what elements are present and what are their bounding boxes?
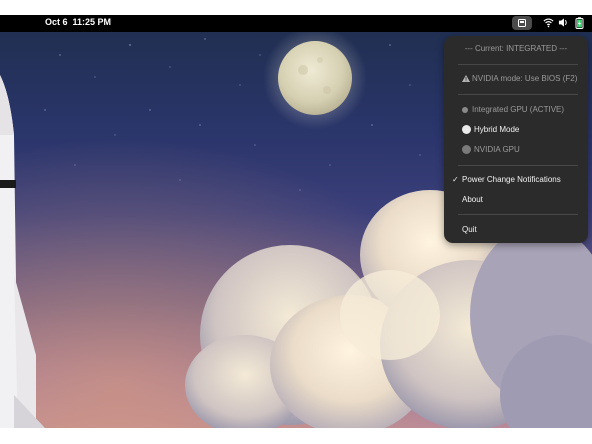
nvidia-bios-warning: NVIDIA mode: Use BIOS (F2) xyxy=(444,69,588,89)
wifi-icon[interactable] xyxy=(543,17,554,28)
clock[interactable]: Oct 6 11:25 PM xyxy=(45,17,111,27)
about-item[interactable]: About xyxy=(444,190,588,210)
mode-integrated-gpu: Integrated GPU (ACTIVE) xyxy=(444,100,588,120)
gpu-tray-menu: --- Current: INTEGRATED --- NVIDIA mode:… xyxy=(444,36,588,243)
menu-separator xyxy=(458,165,578,166)
menu-separator xyxy=(458,214,578,215)
mode-nvidia-gpu: NVIDIA GPU xyxy=(444,140,588,160)
gpu-indicator-button[interactable] xyxy=(512,16,532,30)
menu-separator xyxy=(458,94,578,95)
power-change-notifications-toggle[interactable]: ✓ Power Change Notifications xyxy=(444,170,588,190)
menu-separator xyxy=(458,64,578,65)
top-bar: Oct 6 11:25 PM xyxy=(0,15,592,32)
quit-item[interactable]: Quit xyxy=(444,220,588,240)
current-mode-status: --- Current: INTEGRATED --- xyxy=(464,44,568,53)
battery-charging-icon[interactable] xyxy=(575,17,584,29)
mode-radio-icon xyxy=(462,107,468,113)
time-label: 11:25 PM xyxy=(72,17,112,27)
gpu-indicator-icon xyxy=(518,19,526,27)
checkmark-icon: ✓ xyxy=(452,175,459,184)
volume-icon[interactable] xyxy=(558,17,569,28)
mode-hybrid[interactable]: Hybrid Mode xyxy=(444,120,588,140)
warning-icon xyxy=(462,75,470,82)
date-label: Oct 6 xyxy=(45,17,68,27)
mode-radio-icon xyxy=(462,145,471,154)
mode-radio-icon xyxy=(462,125,471,134)
